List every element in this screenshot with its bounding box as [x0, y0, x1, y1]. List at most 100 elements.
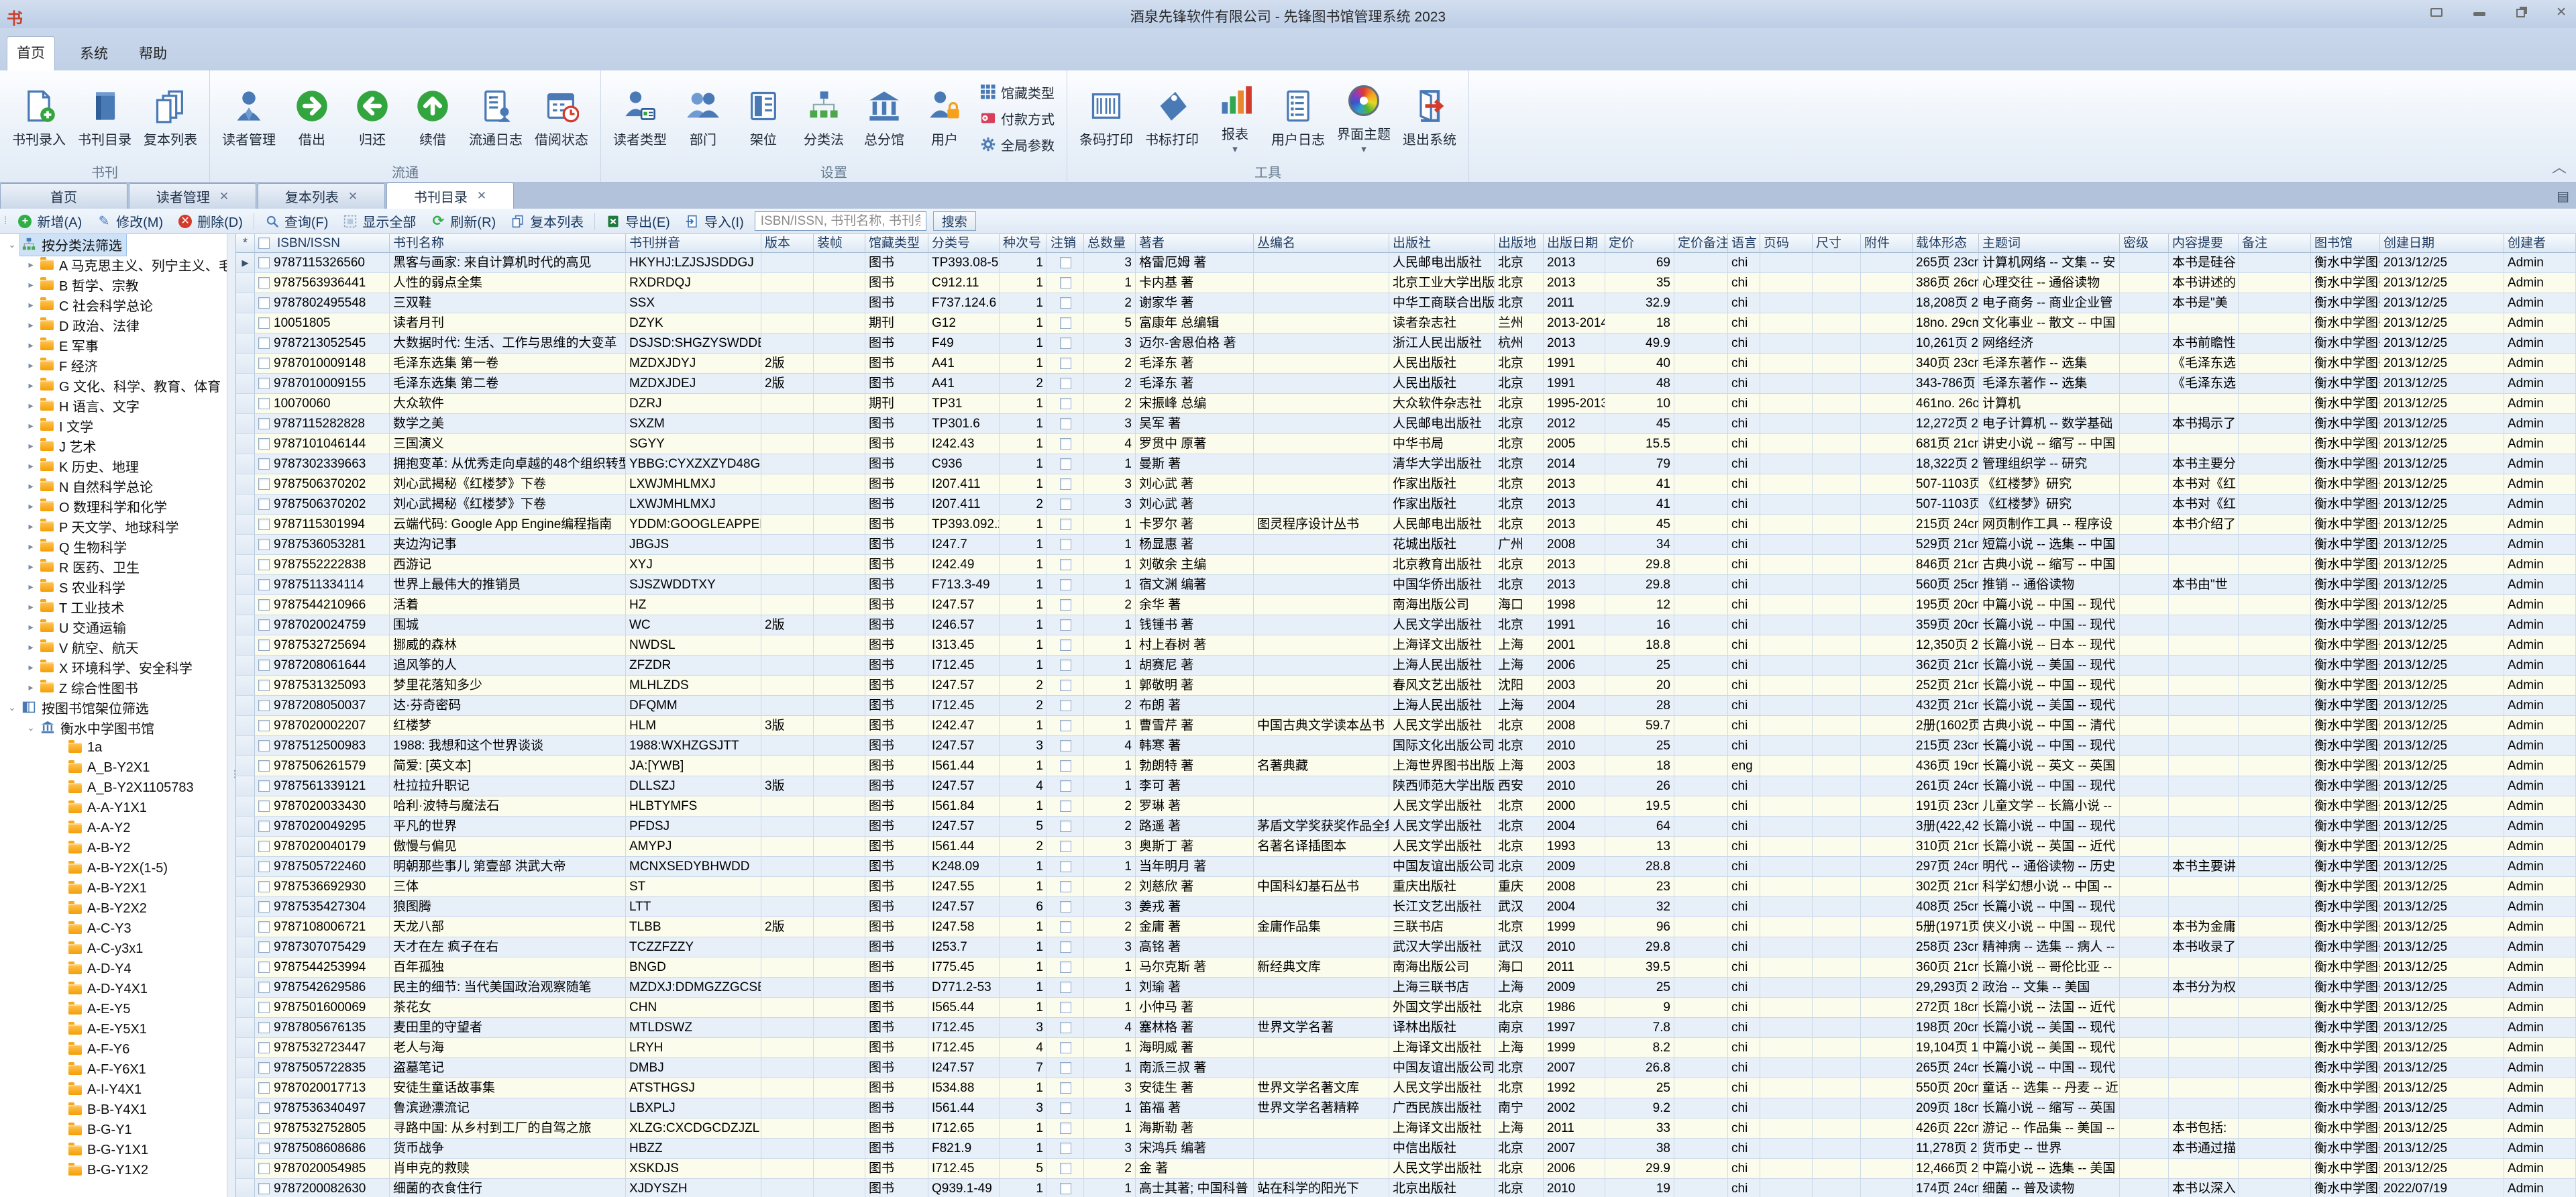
row-checkbox[interactable] [258, 458, 270, 470]
cancel-checkbox[interactable] [1060, 317, 1071, 329]
ribbon-button-ui-theme[interactable]: 界面主题▾ [1332, 81, 1396, 156]
ribbon-button-circulation-log[interactable]: 流通日志 [464, 86, 528, 151]
toolbar-refresh-button[interactable]: ⟳刷新(R) [427, 210, 500, 232]
column-header-pages[interactable]: 页码 [1760, 234, 1813, 253]
column-header-edition[interactable]: 版本 [761, 234, 814, 253]
row-checkbox[interactable] [258, 941, 270, 953]
cancel-checkbox[interactable] [1060, 539, 1071, 550]
column-header-name[interactable]: 书刊名称 [390, 234, 626, 253]
sidebar-class-I[interactable]: ▸I 文学 [0, 415, 227, 435]
row-checkbox[interactable] [258, 821, 270, 832]
expand-icon[interactable]: ▸ [23, 340, 39, 351]
ribbon-button-payment-method[interactable]: 付款方式 [981, 109, 1055, 128]
toolbar-add-button[interactable]: +新增(A) [13, 210, 86, 232]
cancel-checkbox[interactable] [1060, 841, 1071, 852]
row-checkbox[interactable] [258, 277, 270, 289]
sidebar-class-R[interactable]: ▸R 医药、卫生 [0, 556, 227, 576]
tab-book-catalog[interactable]: 书刊目录✕ [386, 183, 514, 209]
sidebar-shelf-A-D-Y4[interactable]: A-D-Y4 [0, 959, 227, 979]
close-tab-icon[interactable]: ✕ [348, 190, 358, 203]
expand-icon[interactable]: ▸ [23, 480, 39, 492]
column-header-created[interactable]: 创建日期 [2380, 234, 2504, 253]
sidebar-splitter[interactable]: ⋮ [227, 234, 236, 1197]
cancel-checkbox[interactable] [1060, 921, 1071, 933]
table-row[interactable]: 9787544253994百年孤独BNGD图书I775.4511马尔克斯 著新经… [236, 957, 2576, 978]
expand-icon[interactable]: ▸ [23, 662, 39, 673]
ribbon-button-branch-library[interactable]: 总分馆 [855, 86, 914, 151]
sidebar-class-H[interactable]: ▸H 语言、文字 [0, 395, 227, 415]
expand-icon[interactable]: ▸ [23, 682, 39, 693]
ribbon-button-user[interactable]: 用户 [915, 86, 974, 151]
row-checkbox[interactable] [258, 740, 270, 751]
sidebar-shelf-A-B-Y2X1[interactable]: A-B-Y2X1 [0, 878, 227, 898]
expand-icon[interactable]: ▸ [23, 541, 39, 552]
expand-icon[interactable]: ▸ [23, 601, 39, 613]
row-checkbox[interactable] [258, 1143, 270, 1154]
table-row[interactable]: 9787020017713安徒生童话故事集ATSTHGSJ图书I534.8813… [236, 1078, 2576, 1098]
cancel-checkbox[interactable] [1060, 418, 1071, 429]
expand-icon[interactable]: ▸ [23, 400, 39, 411]
column-header-author[interactable]: 著者 [1136, 234, 1254, 253]
column-header-creator[interactable]: 创建者 [2504, 234, 2576, 253]
table-row[interactable]: 9787020033430哈利·波特与魔法石HLBTYMFS图书I561.841… [236, 796, 2576, 817]
column-header-size[interactable]: 尺寸 [1813, 234, 1861, 253]
ribbon-button-reader-type[interactable]: 读者类型 [608, 86, 672, 151]
cancel-checkbox[interactable] [1060, 398, 1071, 409]
table-row[interactable]: 9787010009148毛泽东选集 第一卷MZDXJDYJ2版图书A4112毛… [236, 354, 2576, 374]
sidebar-shelf-A-F-Y6[interactable]: A-F-Y6 [0, 1039, 227, 1059]
table-row[interactable]: 9787302339663拥抱变革: 从优秀走向卓越的48个组织转型YBBG:C… [236, 454, 2576, 474]
column-header-carrier[interactable]: 载体形态 [1913, 234, 1979, 253]
cancel-checkbox[interactable] [1060, 358, 1071, 369]
column-header-isbn[interactable]: ISBN/ISSN [255, 234, 390, 253]
sidebar-shelf-A-B-Y2[interactable]: A-B-Y2 [0, 838, 227, 858]
sidebar-class-C[interactable]: ▸C 社会科学总论 [0, 295, 227, 315]
ribbon-button-return[interactable]: 归还 [343, 86, 402, 151]
menu-help[interactable]: 帮助 [129, 38, 176, 68]
table-row[interactable]: 9787020049295平凡的世界PFDSJ图书I247.5752路遥 著茅盾… [236, 817, 2576, 837]
cancel-checkbox[interactable] [1060, 619, 1071, 631]
expand-icon[interactable]: ▸ [23, 299, 39, 311]
table-row[interactable]: 9787544210966活着HZ图书I247.5712余华 著南海出版公司海口… [236, 595, 2576, 615]
cancel-checkbox[interactable] [1060, 901, 1071, 913]
column-header-series[interactable]: 丛编名 [1254, 234, 1389, 253]
tab-copy-list[interactable]: 复本列表✕ [258, 183, 385, 209]
ribbon-button-barcode-print[interactable]: 条码打印 [1074, 86, 1138, 151]
table-row[interactable]: 9787208061644追风筝的人ZFZDR图书I712.4511胡赛尼 著上… [236, 656, 2576, 676]
table-row[interactable]: 9787200082630细菌的衣食住行XJDYSZH图书Q939.1-4911… [236, 1179, 2576, 1197]
expand-icon[interactable]: ▸ [23, 360, 39, 371]
sidebar-shelf-A-B-Y2X2[interactable]: A-B-Y2X2 [0, 898, 227, 919]
row-checkbox[interactable] [258, 982, 270, 993]
row-checkbox[interactable] [258, 1042, 270, 1053]
ribbon-collapse-icon[interactable]: ︿ [2552, 156, 2567, 177]
expand-icon[interactable]: ▸ [23, 319, 39, 331]
expand-icon[interactable]: ▸ [23, 279, 39, 291]
row-checkbox[interactable] [258, 1062, 270, 1074]
row-checkbox[interactable] [258, 1102, 270, 1114]
cancel-checkbox[interactable] [1060, 1123, 1071, 1134]
cancel-checkbox[interactable] [1060, 1082, 1071, 1094]
row-checkbox[interactable] [258, 1163, 270, 1174]
ribbon-button-classification[interactable]: 分类法 [794, 86, 853, 151]
row-checkbox[interactable] [258, 358, 270, 369]
cancel-checkbox[interactable] [1060, 982, 1071, 993]
expand-icon[interactable]: ▸ [23, 521, 39, 532]
ribbon-button-borrow-status[interactable]: 借阅状态 [529, 86, 594, 151]
table-row[interactable]: 9787536692930三体ST图书I247.5512刘慈欣 著中国科幻基石丛… [236, 877, 2576, 897]
table-row[interactable]: 9787802495548三双鞋SSX图书F737.124.612谢家华 著中华… [236, 293, 2576, 313]
row-checkbox[interactable] [258, 760, 270, 772]
cancel-checkbox[interactable] [1060, 579, 1071, 590]
sidebar-shelf-B-G-Y1X1[interactable]: B-G-Y1X1 [0, 1140, 227, 1160]
sidebar-class-O[interactable]: ▸O 数理科学和化学 [0, 496, 227, 516]
row-checkbox[interactable] [258, 579, 270, 590]
sidebar-root-shelf-filter[interactable]: ⌄按图书馆架位筛选 [0, 697, 227, 717]
sidebar-class-V[interactable]: ▸V 航空、航天 [0, 637, 227, 657]
cancel-checkbox[interactable] [1060, 1163, 1071, 1174]
cancel-checkbox[interactable] [1060, 1102, 1071, 1114]
sidebar-shelf-1a[interactable]: 1a [0, 737, 227, 758]
column-header-cancel[interactable]: 注销 [1047, 234, 1084, 253]
collapse-icon[interactable]: ⌄ [23, 722, 39, 733]
expand-icon[interactable]: ▸ [23, 440, 39, 452]
row-checkbox[interactable] [258, 780, 270, 792]
column-header-ind[interactable]: * [236, 234, 255, 253]
row-checkbox[interactable] [258, 700, 270, 711]
